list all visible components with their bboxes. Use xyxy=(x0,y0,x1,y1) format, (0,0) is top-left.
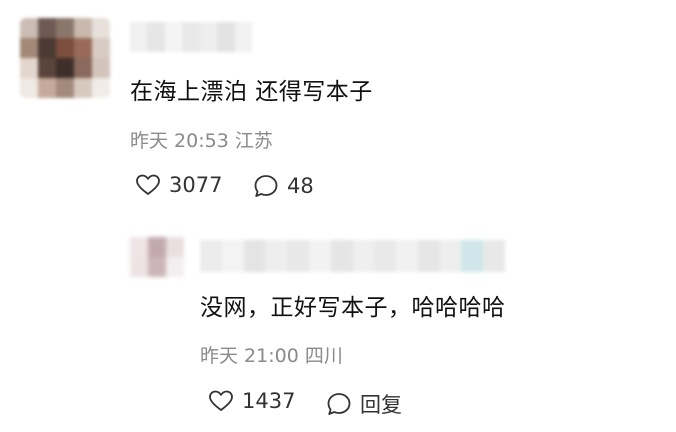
reply-label: 回复 xyxy=(360,393,402,417)
comment-meta: 昨天 20:53 江苏 xyxy=(130,130,273,152)
reply-count-button[interactable]: 48 xyxy=(253,173,314,199)
reply-meta: 昨天 21:00 四川 xyxy=(200,345,343,367)
reply-text: 没网，正好写本子，哈哈哈哈 xyxy=(200,295,506,321)
like-button[interactable]: 3077 xyxy=(135,173,222,197)
heart-outline-icon xyxy=(136,174,160,195)
reply-like-count: 1437 xyxy=(242,389,296,413)
avatar[interactable] xyxy=(20,18,110,98)
like-count: 3077 xyxy=(169,173,223,197)
reply-count: 48 xyxy=(287,174,314,198)
username-blurred[interactable] xyxy=(130,22,252,52)
reply-avatar[interactable] xyxy=(130,237,184,277)
comment-text: 在海上漂泊 还得写本子 xyxy=(130,79,373,105)
reply-button[interactable]: 回复 xyxy=(326,389,402,419)
reply-like-button[interactable]: 1437 xyxy=(208,389,295,413)
heart-outline-icon xyxy=(209,390,233,411)
speech-bubble-icon xyxy=(254,175,278,197)
speech-bubble-icon xyxy=(327,393,351,415)
reply-username-blurred[interactable] xyxy=(200,240,505,272)
